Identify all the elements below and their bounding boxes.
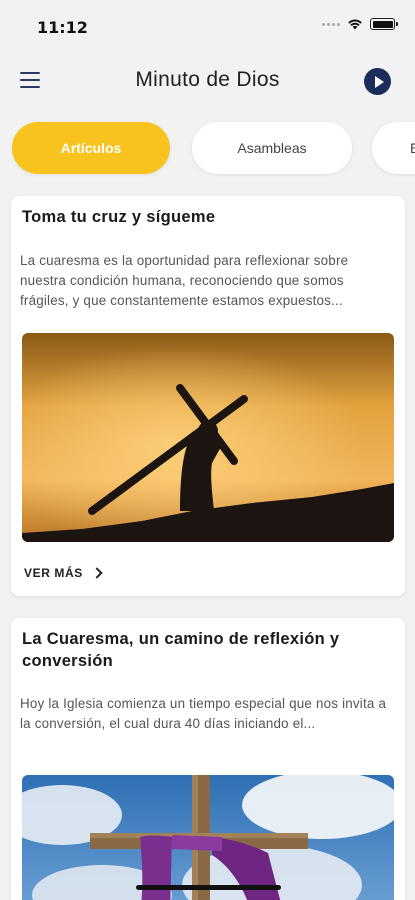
read-more-label: VER MÁS [24, 566, 83, 580]
article-excerpt: Hoy la Iglesia comienza un tiempo especi… [20, 696, 387, 731]
article-title: Toma tu cruz y sígueme [22, 208, 216, 226]
status-time: 11:12 [37, 18, 88, 37]
battery-icon [370, 18, 398, 30]
cross-silhouette-image [22, 333, 394, 542]
tab-asambleas[interactable]: Asambleas [192, 122, 352, 174]
tab-articulos[interactable]: Artículos [12, 122, 170, 174]
app-header: Minuto de Dios [0, 52, 415, 110]
article-image-cross-purple-cloth[interactable] [22, 775, 394, 900]
tab-partial[interactable]: E [372, 122, 415, 174]
play-circle-icon[interactable] [364, 68, 391, 95]
app-title: Minuto de Dios [135, 68, 280, 91]
chevron-right-icon [91, 567, 103, 579]
home-indicator[interactable] [136, 885, 281, 890]
article-excerpt: La cuaresma es la oportunidad para refle… [20, 253, 349, 308]
status-bar: 11:12 [0, 0, 415, 52]
category-tabs: Artículos Asambleas E [0, 110, 415, 180]
status-icons [322, 18, 398, 30]
article-card[interactable]: Toma tu cruz y sígueme La cuaresma es la… [11, 196, 405, 596]
article-image-cross-silhouette[interactable] [22, 333, 394, 542]
cellular-signal-icon [322, 22, 340, 26]
wooden-cross-image [22, 775, 394, 900]
read-more-link[interactable]: VER MÁS [24, 566, 103, 580]
wifi-icon [348, 19, 362, 30]
article-title: La Cuaresma, un camino de reflexión y co… [22, 630, 340, 670]
article-card[interactable]: La Cuaresma, un camino de reflexión y co… [11, 618, 405, 900]
